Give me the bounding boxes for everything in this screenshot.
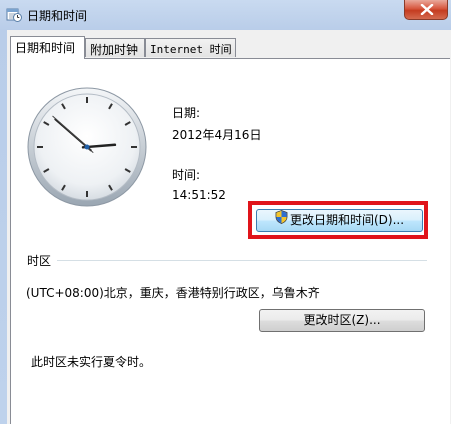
- dst-note: 此时区未实行夏令时。: [31, 355, 152, 369]
- change-timezone-button[interactable]: 更改时区(Z)...: [259, 309, 425, 332]
- tab-label: 附加时钟: [90, 43, 139, 57]
- tab-additional-clocks[interactable]: 附加时钟: [85, 38, 145, 57]
- change-timezone-label: 更改时区(Z)...: [303, 313, 381, 327]
- red-highlight-box: [248, 201, 428, 239]
- tab-internet-time[interactable]: Internet 时间: [145, 38, 236, 57]
- time-label: 时间:: [172, 168, 201, 182]
- date-value: 2012年4月16日: [172, 128, 262, 142]
- close-icon: [420, 4, 434, 15]
- title-bar[interactable]: 日期和时间: [0, 0, 451, 30]
- calendar-clock-icon: [6, 6, 22, 22]
- date-time-window: 日期和时间 日期和时间 附加时钟 Internet 时间 日期: 2012年4月…: [0, 0, 451, 424]
- dialog-client-area: 日期和时间 附加时钟 Internet 时间 日期: 2012年4月16日 时间…: [7, 30, 451, 424]
- time-value: 14:51:52: [172, 188, 226, 202]
- timezone-separator: [57, 260, 427, 261]
- tab-label: Internet 时间: [150, 43, 232, 56]
- analog-clock: [26, 86, 148, 211]
- close-button[interactable]: [404, 0, 448, 20]
- window-title: 日期和时间: [27, 9, 88, 23]
- timezone-value: (UTC+08:00)北京，重庆，香港特别行政区，乌鲁木齐: [26, 286, 320, 300]
- tab-label: 日期和时间: [15, 41, 76, 55]
- tab-panel-date-time: 日期: 2012年4月16日 时间: 14:51:52 更改日期和时间(D)..…: [10, 58, 450, 424]
- timezone-section-label: 时区: [27, 254, 52, 268]
- date-label: 日期:: [172, 106, 201, 120]
- tab-date-time[interactable]: 日期和时间: [10, 36, 85, 59]
